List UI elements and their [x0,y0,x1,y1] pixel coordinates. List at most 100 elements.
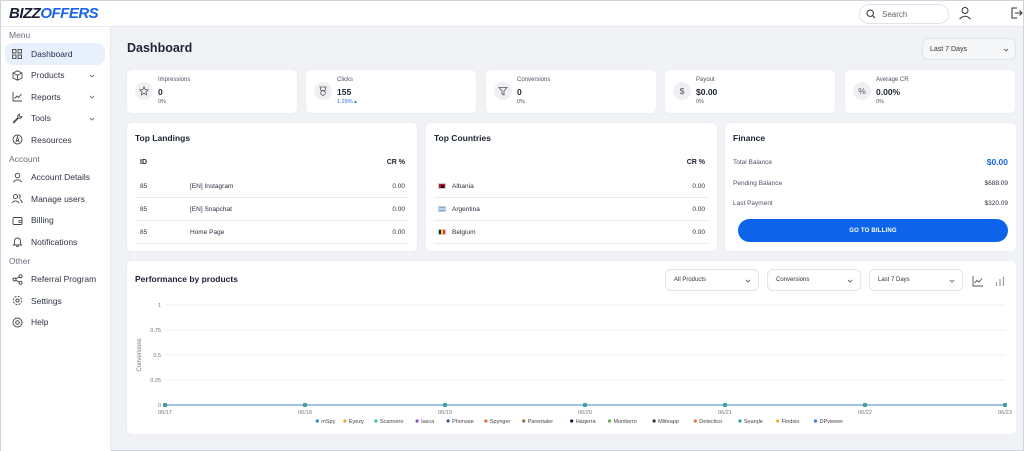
app-window: BIZZOFFERS Menu Dashboard Products Repor… [0,0,1024,451]
percent-icon: % [858,86,866,96]
performance-title: Performance by products [135,274,238,284]
bar-chart-toggle-icon[interactable] [994,275,1006,287]
sidebar-item-resources[interactable]: Resources [5,129,105,151]
top-landings-title: Top Landings [135,133,191,143]
legend-label: Parentaler [528,419,554,425]
legend-marker [693,419,697,423]
legend-marker [343,419,347,423]
gear-icon [12,296,22,306]
legend-label: Detectico [699,419,722,425]
sidebar: Menu Dashboard Products Reports Tools Re… [1,27,111,451]
pending-balance-value: $688.09 [984,180,1009,187]
legend-label: Moniterro [614,419,637,425]
table-row[interactable]: Argentina 0.00 [434,198,709,221]
kpi-card-average-cr: % Average CR 0.00% 0% [845,70,1015,113]
flag-albania-icon [438,183,446,189]
y-tick-label: 0.25 [150,378,161,384]
sidebar-item-tools[interactable]: Tools [5,108,105,130]
legend-label: Eyezy [349,419,364,425]
finance-title: Finance [733,133,766,143]
data-point [443,403,447,407]
sidebar-item-settings[interactable]: Settings [5,290,105,312]
top-countries-title: Top Countries [434,133,491,143]
chevron-down-icon [1003,48,1009,52]
chevron-down-icon [89,74,95,78]
legend-marker [652,419,656,423]
y-tick-label: 0 [158,403,161,409]
legend-label: mSpy [321,419,335,425]
legend-label: Scannero [380,419,404,425]
legend-marker [607,419,612,423]
kpi-card-impressions: Impressions 0 0% [127,70,297,113]
table-row[interactable]: Belgium 0.00 [434,221,709,244]
svg-text:$: $ [680,86,685,96]
performance-card: Performance by products All Products Con… [127,261,1016,434]
box-icon [12,70,22,81]
sidebar-item-notifications[interactable]: Notifications [5,231,105,253]
legend-label: Spynger [490,419,511,425]
logout-icon[interactable] [1009,6,1023,20]
table-row[interactable]: Albania 0.00 [434,175,709,198]
legend-label: Searqle [744,419,763,425]
sidebar-section-account: Account [9,153,40,164]
flag-argentina-icon [438,206,446,212]
users-icon [11,194,23,204]
bell-icon [11,237,23,248]
legend-marker [415,419,419,423]
x-tick-label: 06/17 [158,410,172,416]
chevron-down-icon [89,95,95,99]
table-row[interactable]: 85 Home Page 0.00 [135,221,409,244]
legend-marker [374,419,378,423]
line-chart-toggle-icon[interactable] [972,275,984,287]
flag-belgium-icon [438,229,446,235]
x-tick-label: 06/22 [858,410,872,416]
metric-filter-select[interactable]: Conversions [767,269,861,291]
kpi-card-clicks: Clicks 155 1.29% ▴ [306,70,476,113]
data-point [1003,403,1007,407]
brand-logo[interactable]: BIZZOFFERS [9,5,99,22]
x-tick-label: 06/18 [298,410,312,416]
sidebar-item-reports[interactable]: Reports [5,86,105,108]
y-tick-label: 0.5 [153,353,161,359]
legend-label: Haqerra [576,419,597,425]
sidebar-item-referral-program[interactable]: Referral Program [5,269,105,291]
x-tick-label: 06/21 [718,410,732,416]
legend-marker [484,419,488,423]
last-payment-label: Last Payment [733,200,773,207]
go-to-billing-button[interactable]: GO TO BILLING [738,219,1008,242]
compass-icon [12,134,22,145]
kpi-card-payout: $ Payout $0.00 0% [665,70,835,113]
help-icon [12,317,22,328]
search-icon [866,9,876,19]
table-row[interactable]: 85 [EN] Instagram 0.00 [135,175,409,198]
date-range-select[interactable]: Last 7 Days [922,38,1016,60]
y-tick-label: 0.75 [150,328,161,334]
range-filter-select[interactable]: Last 7 Days [869,269,963,291]
sidebar-item-billing[interactable]: Billing [5,210,105,232]
data-point [863,403,867,407]
sidebar-item-products[interactable]: Products [5,65,105,87]
kpi-card-conversions: Conversions 0 0% [486,70,656,113]
user-profile-icon[interactable] [958,6,972,20]
last-payment-value: $320.09 [984,200,1009,207]
search-box[interactable] [859,4,949,24]
sidebar-item-manage-users[interactable]: Manage users [5,188,105,210]
badge-icon [319,86,327,96]
legend-label: DPviewer [820,419,844,425]
table-row[interactable]: 85 [EN] Snapchat 0.00 [135,198,409,221]
legend-marker [570,419,574,423]
total-balance-label: Total Balance [733,159,773,166]
column-header-cr: CR % [386,159,405,166]
sidebar-item-account-details[interactable]: Account Details [5,167,105,189]
top-countries-card: Top Countries CR % Albania 0.00 Argentin… [426,123,717,251]
product-filter-select[interactable]: All Products [665,269,759,291]
sidebar-item-help[interactable]: Help [5,312,105,334]
data-point [583,403,587,407]
chevron-down-icon [745,279,751,283]
sidebar-item-dashboard[interactable]: Dashboard [5,43,105,65]
search-input[interactable] [882,9,942,19]
star-icon [139,86,149,96]
legend-marker [446,419,450,423]
chevron-down-icon [949,279,955,283]
legend-label: Phonsee [452,419,474,425]
